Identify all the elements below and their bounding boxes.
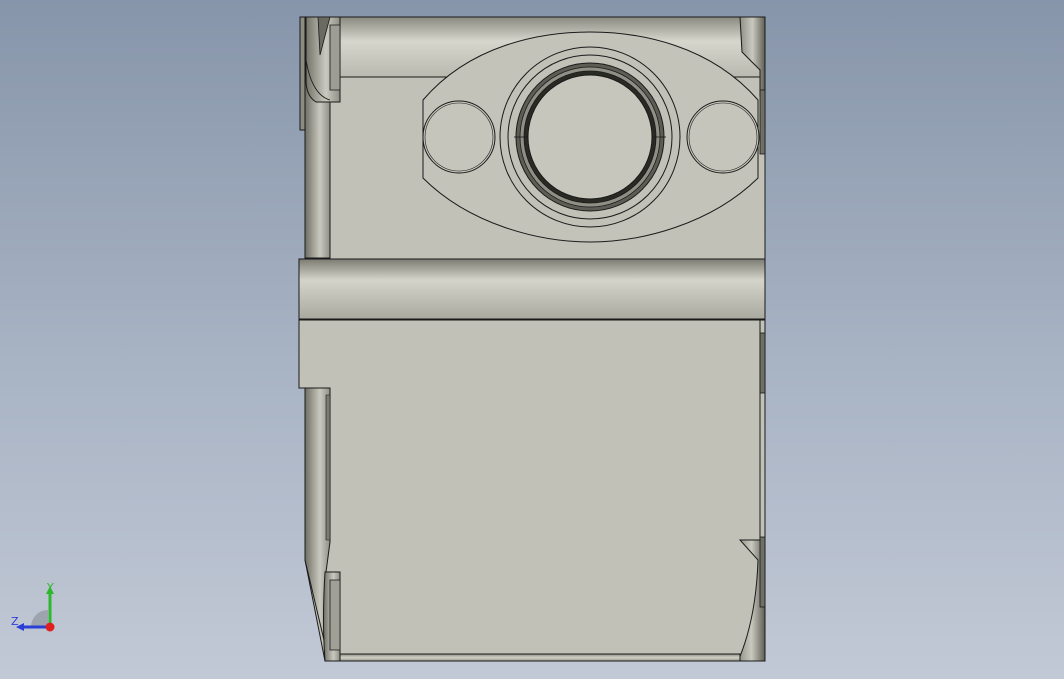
part-model[interactable] [0,0,1064,679]
triad-graphic [16,586,55,632]
middle-bar [298,258,766,320]
y-axis-label: Y [47,581,54,594]
orientation-triad: Y Z [8,578,68,638]
z-axis-label: Z [11,615,19,628]
flange-hole-left [422,100,496,174]
flange-hole-right [686,100,760,174]
right-nub-middle [759,332,766,394]
port-inner-face [527,74,653,200]
x-axis-dot [45,622,55,632]
bottom-band [339,653,741,662]
cad-viewport[interactable]: Y Z [0,0,1064,679]
left-side-upper [304,76,331,259]
